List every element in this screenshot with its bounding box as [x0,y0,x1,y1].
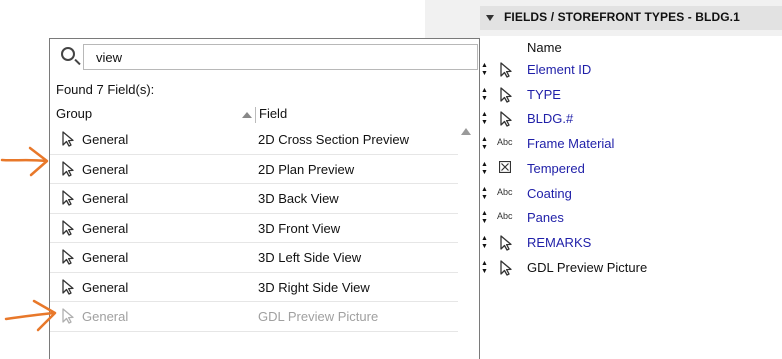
field-name: Tempered [527,160,585,176]
fields-list: Name ▲ ▼ Element ID ▲ ▼ TYPE ▲ ▼ BLDG.# ▲ ▼ Abc Fram… [480,36,782,359]
field-cell: GDL Preview Picture [258,309,379,324]
field-list-item[interactable]: ▲ ▼ Tempered [480,157,782,181]
cursor-icon [62,131,74,147]
field-name: REMARKS [527,234,592,250]
field-name: Panes [527,210,564,226]
field-name: Coating [527,185,572,201]
reorder-handle-icon[interactable]: ▲ ▼ [481,186,489,202]
field-cell: 3D Back View [258,191,339,206]
search-box [58,44,478,70]
cursor-icon [62,160,74,177]
cursor-arrow-icon [62,308,74,324]
cursor-arrow-icon [62,278,74,295]
group-cell: General [82,279,129,295]
field-name: GDL Preview Picture [527,259,648,275]
cursor-arrow-icon [62,190,74,206]
cursor-arrow-icon [62,131,74,147]
field-cell: 3D Front View [258,220,341,236]
cursor-arrow-icon [62,219,74,236]
reorder-handle-icon[interactable]: ▲ ▼ [481,161,489,177]
found-count-text: Found 7 Field(s): [56,82,155,97]
collapse-triangle-icon[interactable] [486,15,494,21]
column-divider[interactable] [255,107,256,123]
abc-text-icon: Abc [497,211,513,222]
cursor-arrow-icon [500,62,512,78]
field-list-item[interactable]: ▲ ▼ Abc Panes [480,206,782,230]
cursor-arrow-icon [62,160,74,177]
reorder-handle-icon[interactable]: ▲ ▼ [481,62,489,78]
table-row[interactable]: General 3D Back View [50,184,458,214]
scroll-up-arrow-icon[interactable] [461,128,471,135]
group-column-header[interactable]: Group [56,106,92,121]
group-cell: General [82,161,129,177]
checkbox-x-icon [498,160,519,177]
field-list-item[interactable]: ▲ ▼ Abc Coating [480,182,782,206]
field-list-item[interactable]: ▲ ▼ REMARKS [480,231,782,255]
annotation-arrow-icon [4,299,57,332]
cursor-icon [62,190,74,206]
field-cell: 2D Plan Preview [258,161,355,177]
field-list-item[interactable]: ▲ ▼ Abc Frame Material [480,132,782,156]
table-row[interactable]: General 3D Left Side View [50,243,458,273]
group-cell: General [82,220,129,236]
cursor-icon [500,87,520,103]
cursor-icon [500,235,520,251]
field-name: BLDG.# [527,111,574,127]
field-list-item[interactable]: ▲ ▼ BLDG.# [480,107,782,131]
cursor-arrow-icon [500,235,512,251]
table-row[interactable]: General 3D Front View [50,214,458,243]
field-cell: 2D Cross Section Preview [258,132,409,147]
cursor-arrow-icon [500,87,512,103]
group-cell: General [82,309,129,324]
cursor-icon [500,111,520,128]
table-row: General GDL Preview Picture [50,302,458,332]
cursor-icon [500,259,520,276]
reorder-handle-icon[interactable]: ▲ ▼ [481,87,489,103]
search-input[interactable] [83,44,478,70]
fields-panel-title: FIELDS / STOREFRONT TYPES - BLDG.1 [504,10,740,24]
field-list-item[interactable]: ▲ ▼ GDL Preview Picture [480,256,782,280]
cursor-icon [62,219,74,236]
group-cell: General [82,191,129,206]
field-name: TYPE [527,86,561,102]
cursor-arrow-icon [500,259,512,276]
cursor-icon [62,278,74,295]
cursor-icon [62,249,74,265]
cursor-arrow-icon [500,111,512,128]
table-row[interactable]: General 2D Cross Section Preview [50,125,458,155]
table-header: Group Field [50,105,480,125]
annotation-arrow-icon [0,146,49,177]
reorder-handle-icon[interactable]: ▲ ▼ [481,210,489,226]
reorder-handle-icon[interactable]: ▲ ▼ [481,260,489,276]
field-list-item[interactable]: ▲ ▼ TYPE [480,83,782,107]
group-cell: General [82,250,129,265]
field-list-item[interactable]: ▲ ▼ Element ID [480,58,782,82]
group-cell: General [82,132,129,147]
field-name: Element ID [527,62,592,77]
fields-panel-header[interactable]: FIELDS / STOREFRONT TYPES - BLDG.1 [480,6,782,30]
field-column-header[interactable]: Field [259,106,287,121]
cursor-icon [62,308,74,324]
reorder-handle-icon[interactable]: ▲ ▼ [481,136,489,152]
abc-text-icon: Abc [497,186,513,197]
search-icon [61,47,75,61]
reorder-handle-icon[interactable]: ▲ ▼ [481,235,489,251]
cursor-arrow-icon [62,249,74,265]
field-cell: 3D Left Side View [258,250,362,265]
field-name: Frame Material [527,136,615,152]
reorder-handle-icon[interactable]: ▲ ▼ [481,111,489,127]
field-search-dialog: Found 7 Field(s): Group Field General 2D … [49,38,480,359]
name-column-header[interactable]: Name [527,40,562,55]
field-cell: 3D Right Side View [258,279,370,295]
abc-text-icon: Abc [497,137,513,148]
table-row[interactable]: General 2D Plan Preview [50,155,458,184]
sort-ascending-icon[interactable] [242,112,252,118]
table-row[interactable]: General 3D Right Side View [50,273,458,302]
cursor-icon [500,62,520,78]
